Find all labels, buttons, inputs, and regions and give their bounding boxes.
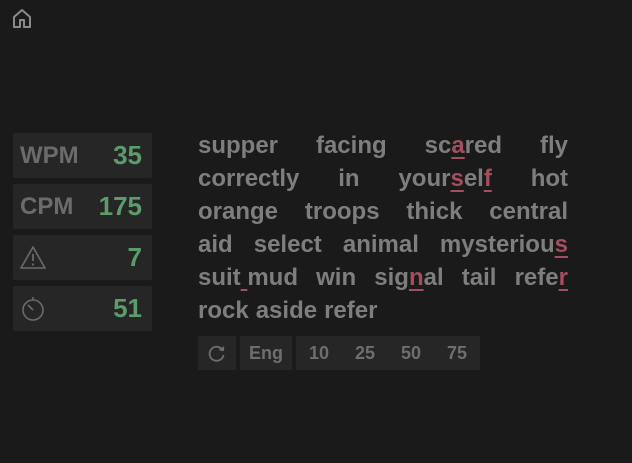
correct-text: sig (374, 264, 409, 291)
word-count-group: 10 25 50 75 (296, 336, 480, 370)
typing-text[interactable]: supper facing scared fly correctly in yourself… (198, 129, 568, 327)
word: orange (198, 195, 278, 228)
correct-text: refer (324, 297, 378, 324)
correct-text: animal (342, 231, 419, 258)
errors-stat: 7 (13, 235, 152, 280)
wpm-label: WPM (20, 141, 79, 169)
error-char: r (558, 264, 568, 291)
correct-text: fly (539, 132, 568, 159)
cpm-value: 175 (98, 191, 142, 221)
word: supper (198, 129, 278, 162)
correct-text: refe (514, 264, 559, 291)
word: scared (425, 129, 502, 162)
word: refer (515, 261, 568, 294)
error-char: f (483, 165, 492, 192)
correct-text: aid (198, 231, 233, 258)
correct-text: troops (304, 198, 380, 225)
word: win (316, 261, 356, 294)
timer-stat: 51 (13, 286, 152, 331)
correct-text: select (253, 231, 322, 258)
typing-app: WPM 35 CPM 175 7 51 supper facing scared fl… (0, 0, 632, 463)
word-count-50[interactable]: 50 (388, 336, 434, 370)
word: in (338, 162, 359, 195)
correct-text: rock (198, 297, 249, 324)
word: aid (198, 228, 233, 261)
word: troops (305, 195, 380, 228)
error-char: s (450, 165, 464, 192)
word-count-75[interactable]: 75 (434, 336, 480, 370)
word: select (254, 228, 322, 261)
word: yourself (398, 162, 491, 195)
toolbar: Eng 10 25 50 75 (198, 336, 480, 370)
cpm-stat: CPM 175 (13, 184, 152, 229)
word: suit mud (198, 261, 298, 294)
correct-text: hot (530, 165, 568, 192)
correct-text: mud (247, 264, 299, 291)
text-line: orange troops thick central (198, 195, 568, 228)
correct-text: orange (198, 198, 279, 225)
language-button[interactable]: Eng (240, 336, 292, 370)
correct-text: suit (198, 264, 241, 291)
word-count-25[interactable]: 25 (342, 336, 388, 370)
word: hot (531, 162, 568, 195)
restart-button[interactable] (198, 336, 236, 370)
stats-panel: WPM 35 CPM 175 7 51 (13, 133, 152, 337)
word: central (489, 195, 568, 228)
correct-text: your (398, 165, 451, 192)
timer-icon (22, 297, 44, 321)
correct-text: win (316, 264, 357, 291)
word: animal (343, 228, 419, 261)
wpm-stat: WPM 35 (13, 133, 152, 178)
text-line: correctly in yourself hot (198, 162, 568, 195)
word: rock (198, 294, 249, 327)
restart-icon (208, 345, 225, 362)
word: aside (256, 294, 317, 327)
correct-text: aside (255, 297, 318, 324)
error-char: a (451, 132, 465, 159)
correct-text: in (338, 165, 360, 192)
correct-text: supper (198, 132, 279, 159)
error-char: n (408, 264, 424, 291)
word: tail (462, 261, 497, 294)
correct-text: mysteriou (439, 231, 555, 258)
wpm-value: 35 (113, 140, 142, 170)
home-button[interactable] (9, 5, 35, 31)
correct-text: tail (461, 264, 497, 291)
word: mysterious (440, 228, 568, 261)
cpm-label: CPM (20, 192, 74, 220)
correct-text: al (423, 264, 444, 291)
text-line: rock aside refer (198, 294, 568, 327)
text-line: suit mud win signal tail refer (198, 261, 568, 294)
correct-text: facing (315, 132, 387, 159)
word: thick (406, 195, 462, 228)
timer-value: 51 (113, 293, 142, 323)
correct-text: red (464, 132, 503, 159)
correct-text: el (463, 165, 484, 192)
word: fly (540, 129, 568, 162)
correct-text: central (489, 198, 568, 225)
word: facing (316, 129, 387, 162)
text-line: aid select animal mysterious (198, 228, 568, 261)
word: signal (374, 261, 443, 294)
correct-text: sc (424, 132, 452, 159)
error-char: s (554, 231, 568, 258)
text-line: supper facing scared fly (198, 129, 568, 162)
warning-icon (20, 246, 46, 269)
word: refer (324, 294, 377, 327)
errors-value: 7 (127, 242, 142, 272)
home-icon (13, 9, 31, 28)
correct-text: correctly (198, 165, 300, 192)
correct-text: thick (406, 198, 463, 225)
word: correctly (198, 162, 299, 195)
word-count-10[interactable]: 10 (296, 336, 342, 370)
